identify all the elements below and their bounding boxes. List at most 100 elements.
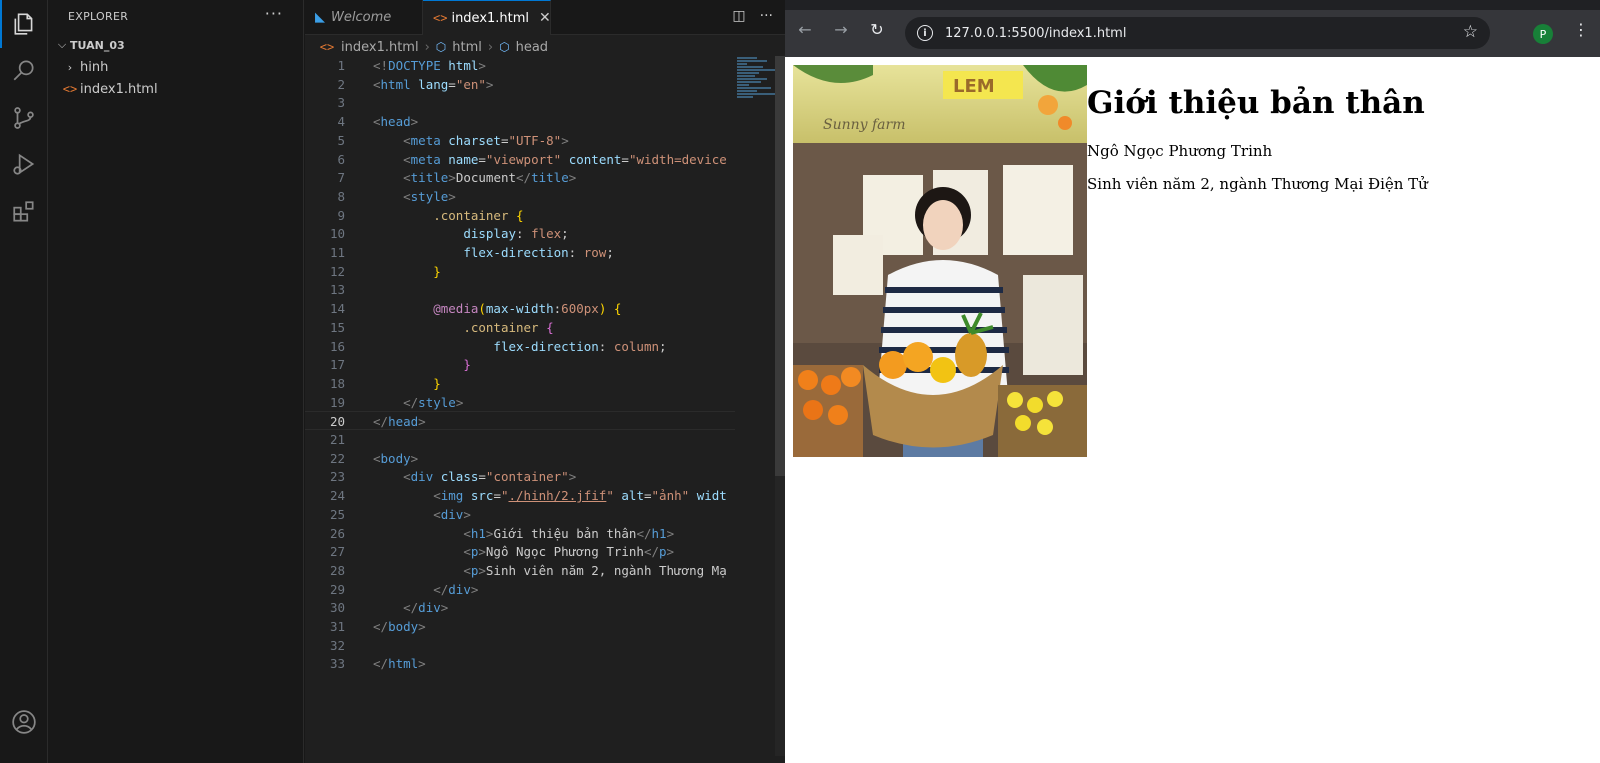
code-line[interactable]: 8 <style> [305, 187, 735, 206]
tab-label: Welcome [331, 10, 392, 25]
tree-item-hinh[interactable]: › hinh [48, 56, 304, 78]
profile-avatar[interactable]: P [1533, 24, 1553, 44]
code-line[interactable]: 10 display: flex; [305, 224, 735, 243]
tab-index1[interactable]: <> index1.html ✕ [423, 0, 551, 35]
breadcrumb-item[interactable]: head [516, 40, 548, 55]
line-number: 19 [329, 394, 345, 410]
code-text: <p>Sinh viên năm 2, ngành Thương Mạ [463, 562, 727, 578]
line-number: 5 [337, 132, 345, 148]
code-text: <div class="container"> [403, 469, 577, 485]
line-number: 14 [329, 301, 345, 317]
code-line[interactable]: 27 <p>Ngô Ngọc Phương Trinh</p> [305, 542, 735, 561]
code-line[interactable]: 23 <div class="container"> [305, 467, 735, 486]
code-line[interactable]: 5 <meta charset="UTF-8"> [305, 131, 735, 150]
breadcrumb-item[interactable]: index1.html [341, 40, 419, 55]
code-editor[interactable]: 1 <!DOCTYPE html> 2 <html lang="en"> 3 4 <head… [305, 56, 735, 756]
code-text: <div> [433, 506, 471, 522]
script-text: Sunny farm [823, 117, 906, 133]
code-line[interactable]: 1 <!DOCTYPE html> [305, 56, 735, 75]
forward-icon[interactable]: → [829, 20, 853, 39]
code-text: <body> [373, 450, 419, 466]
chevron-right-icon: › [67, 60, 73, 74]
sign-text: LEM [953, 76, 995, 97]
code-line[interactable]: 24 <img src="./hinh/2.jfif" alt="ảnh" wi… [305, 486, 735, 505]
code-line[interactable]: 9 .container { [305, 206, 735, 225]
page-heading: Giới thiệu bản thân [1087, 85, 1425, 121]
code-line[interactable]: 19 </style> [305, 393, 735, 412]
code-line[interactable]: 16 flex-direction: column; [305, 337, 735, 356]
line-number: 30 [329, 600, 345, 616]
page-name-text: Ngô Ngọc Phương Trinh [1087, 142, 1273, 160]
code-text: @media(max-width:600px) { [433, 301, 622, 317]
code-line[interactable]: 7 <title>Document</title> [305, 168, 735, 187]
code-line[interactable]: 31 </body> [305, 617, 735, 636]
code-line[interactable]: 18 } [305, 374, 735, 393]
back-icon[interactable]: ← [793, 20, 817, 39]
code-line[interactable]: 30 </div> [305, 598, 735, 617]
vscode-icon: ◣ [315, 10, 325, 25]
browser-tabstrip [785, 0, 1600, 10]
code-line[interactable]: 20 </head> [305, 411, 735, 431]
code-line[interactable]: 21 [305, 430, 735, 449]
code-line[interactable]: 4 <head> [305, 112, 735, 131]
code-text: <html lang="en"> [373, 76, 494, 92]
web-page: LEM Sunny farm Giới thiệu bản thân Ngô N… [785, 57, 1600, 763]
code-line[interactable]: 32 [305, 636, 735, 655]
folder-root-label: TUAN_03 [70, 38, 125, 52]
line-number: 24 [329, 488, 345, 504]
code-text: <meta charset="UTF-8"> [403, 132, 569, 148]
code-line[interactable]: 28 <p>Sinh viên năm 2, ngành Thương Mạ [305, 561, 735, 580]
more-actions-icon[interactable]: ··· [760, 8, 773, 24]
symbol-icon: ⬡ [499, 40, 510, 54]
breadcrumb: <> index1.html › ⬡ html › ⬡ head [305, 36, 548, 58]
code-line[interactable]: 33 </html> [305, 654, 735, 673]
line-number: 23 [329, 469, 345, 485]
breadcrumb-item[interactable]: html [452, 40, 482, 55]
code-line[interactable]: 14 @media(max-width:600px) { [305, 299, 735, 318]
split-editor-icon[interactable]: ◫ [732, 8, 745, 24]
code-text: } [433, 263, 441, 279]
code-line[interactable]: 11 flex-direction: row; [305, 243, 735, 262]
profile-photo: LEM Sunny farm [793, 65, 1087, 457]
run-debug-icon[interactable] [0, 140, 48, 188]
code-line[interactable]: 13 [305, 280, 735, 299]
editor-scrollbar-thumb[interactable] [775, 56, 785, 476]
line-number: 6 [337, 151, 345, 167]
search-icon[interactable] [0, 46, 48, 94]
code-line[interactable]: 26 <h1>Giới thiệu bản thân</h1> [305, 524, 735, 543]
explorer-icon[interactable] [0, 0, 48, 48]
line-number: 32 [329, 637, 345, 653]
bookmark-star-icon[interactable]: ☆ [1463, 22, 1478, 42]
source-control-icon[interactable] [0, 94, 48, 142]
code-line[interactable]: 2 <html lang="en"> [305, 75, 735, 94]
more-actions-button[interactable]: ··· [265, 4, 283, 23]
breadcrumb-separator: › [424, 39, 430, 55]
extensions-icon[interactable] [0, 188, 48, 236]
tab-welcome[interactable]: ◣ Welcome [305, 0, 423, 35]
site-info-icon[interactable]: i [917, 25, 933, 41]
editor-tabs: ◣ Welcome <> index1.html ✕ ◫ ··· [305, 0, 785, 35]
code-line[interactable]: 29 </div> [305, 580, 735, 599]
code-line[interactable]: 15 .container { [305, 318, 735, 337]
folder-root[interactable]: ⌵ TUAN_03 [48, 34, 304, 56]
code-line[interactable]: 25 <div> [305, 505, 735, 524]
account-icon[interactable] [0, 698, 48, 746]
code-line[interactable]: 22 <body> [305, 449, 735, 468]
symbol-icon: ⬡ [435, 40, 447, 54]
code-text: flex-direction: row; [463, 245, 614, 260]
code-text: <p>Ngô Ngọc Phương Trinh</p> [463, 544, 675, 560]
tree-item-index1[interactable]: <> index1.html [48, 78, 304, 100]
code-text: <img src="./hinh/2.jfif" alt="ảnh" widt [433, 488, 727, 504]
code-line[interactable]: 6 <meta name="viewport" content="width=d… [305, 150, 735, 169]
code-line[interactable]: 12 } [305, 262, 735, 281]
tab-label: index1.html [451, 10, 530, 26]
code-line[interactable]: 3 [305, 93, 735, 112]
reload-icon[interactable]: ↻ [865, 20, 889, 39]
code-text: <meta name="viewport" content="width=dev… [403, 151, 727, 167]
browser-toolbar: ← → ↻ i 127.0.0.1:5500/index1.html ☆ P ⋮ [785, 0, 1600, 57]
close-icon[interactable]: ✕ [539, 10, 551, 26]
code-line[interactable]: 17 } [305, 355, 735, 374]
address-bar[interactable]: i 127.0.0.1:5500/index1.html ☆ [905, 17, 1490, 49]
browser-menu-icon[interactable]: ⋮ [1573, 20, 1589, 39]
line-number: 1 [337, 58, 345, 73]
